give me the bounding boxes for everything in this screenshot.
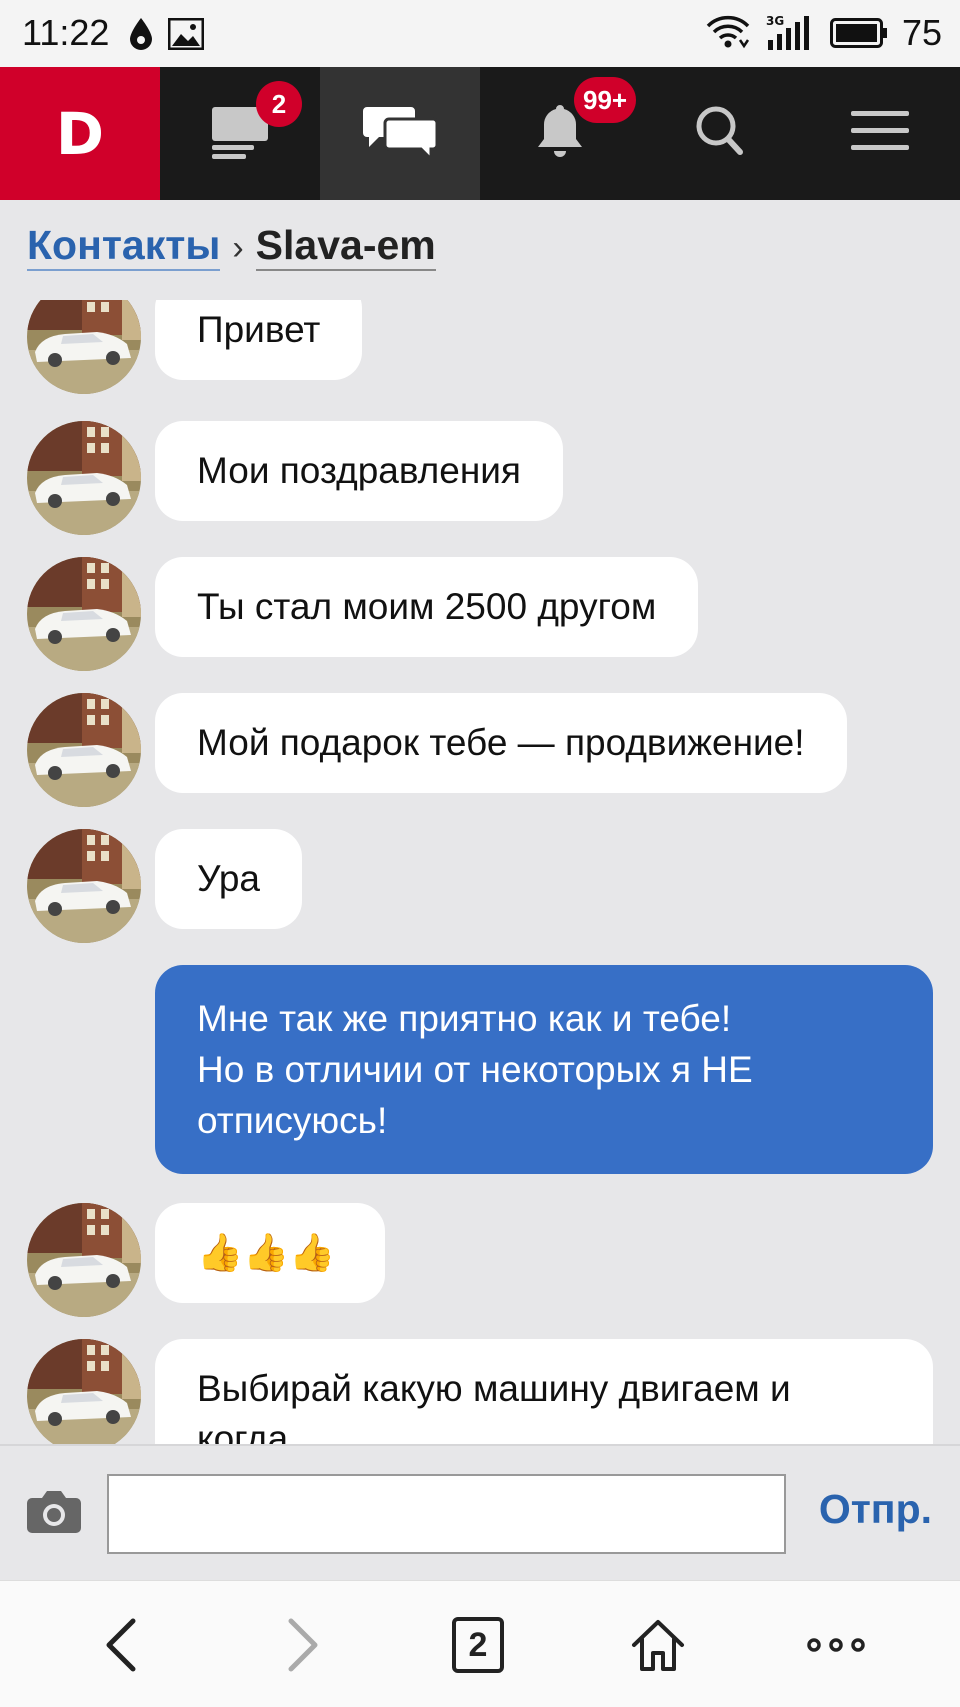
logo-button[interactable]: D: [0, 67, 160, 200]
logo-letter: D: [55, 99, 105, 168]
browser-toolbar: 2: [0, 1580, 960, 1707]
forward-icon[interactable]: [278, 1605, 328, 1685]
message-text-line: Но в отличии от некоторых я НЕ: [197, 1049, 753, 1090]
avatar[interactable]: [27, 1203, 141, 1317]
nav-search[interactable]: [640, 67, 800, 200]
message-text-line: Выбирай какую машину двигаем и: [197, 1368, 791, 1409]
message-bubble: Ура: [155, 829, 302, 929]
avatar[interactable]: [27, 421, 141, 535]
message-text: Ты стал моим 2500 другом: [197, 586, 657, 627]
message-text-line: когда: [197, 1418, 289, 1444]
avatar[interactable]: [27, 557, 141, 671]
top-nav: D 2 99+: [0, 67, 960, 200]
chat-icon: [363, 103, 439, 164]
search-icon: [695, 105, 745, 162]
message-bubble: Ты стал моим 2500 другом: [155, 557, 699, 657]
drop-icon: [128, 16, 154, 57]
nav-feed[interactable]: 2: [160, 67, 320, 200]
signal-icon: 3G: [764, 12, 812, 57]
message-bubble: Привет: [155, 300, 363, 380]
wifi-icon: [706, 14, 750, 55]
avatar[interactable]: [27, 300, 141, 394]
nav-notifications[interactable]: 99+: [480, 67, 640, 200]
tabs-icon[interactable]: 2: [448, 1605, 508, 1685]
send-button[interactable]: Отпр.: [819, 1486, 932, 1533]
menu-icon: [851, 109, 909, 158]
message-text-line: отписуюсь!: [197, 1100, 388, 1141]
battery-icon: [830, 18, 888, 53]
message-list[interactable]: Привет Мои поздравления Ты стал моим 250…: [0, 300, 960, 1444]
message-bubble: 👍👍👍: [155, 1203, 385, 1303]
network-type-label: 3G: [766, 14, 784, 28]
message-text: Ура: [197, 858, 260, 899]
more-icon[interactable]: [806, 1605, 866, 1685]
nav-messages[interactable]: [320, 67, 480, 200]
breadcrumb-contact-name[interactable]: Slava-em: [255, 222, 436, 271]
notifications-badge: 99+: [574, 77, 637, 123]
status-time: 11:22: [22, 12, 110, 53]
status-bar: 11:22 3G 75: [0, 0, 960, 67]
breadcrumb: Контакты › Slava-em: [27, 222, 436, 271]
message-text-line: Мне так же приятно как и тебе!: [197, 998, 732, 1039]
breadcrumb-contacts-link[interactable]: Контакты: [27, 222, 221, 271]
camera-icon[interactable]: [26, 1488, 82, 1539]
message-text: Мои поздравления: [197, 450, 521, 491]
battery-percent: 75: [901, 12, 942, 53]
avatar[interactable]: [27, 829, 141, 943]
home-icon[interactable]: [628, 1605, 688, 1685]
nav-menu[interactable]: [800, 67, 960, 200]
feed-badge: 2: [256, 81, 302, 127]
message-bubble: Выбирай какую машину двигаем и когда: [155, 1339, 933, 1444]
message-bubble-outgoing: Мне так же приятно как и тебе! Но в отли…: [155, 965, 933, 1174]
message-bubble: Мои поздравления: [155, 421, 563, 521]
tabs-count: 2: [452, 1617, 504, 1673]
message-bubble: Мой подарок тебе — продвижение!: [155, 693, 847, 793]
avatar[interactable]: [27, 693, 141, 807]
message-composer: Отпр.: [0, 1444, 960, 1580]
image-icon: [167, 17, 205, 55]
breadcrumb-separator: ›: [232, 229, 244, 267]
message-text: Привет: [197, 309, 321, 350]
message-input[interactable]: [107, 1474, 786, 1554]
thumbs-up-emoji: 👍👍👍: [197, 1232, 336, 1273]
avatar[interactable]: [27, 1339, 141, 1444]
message-text: Мой подарок тебе — продвижение!: [197, 722, 805, 763]
back-icon[interactable]: [96, 1605, 146, 1685]
